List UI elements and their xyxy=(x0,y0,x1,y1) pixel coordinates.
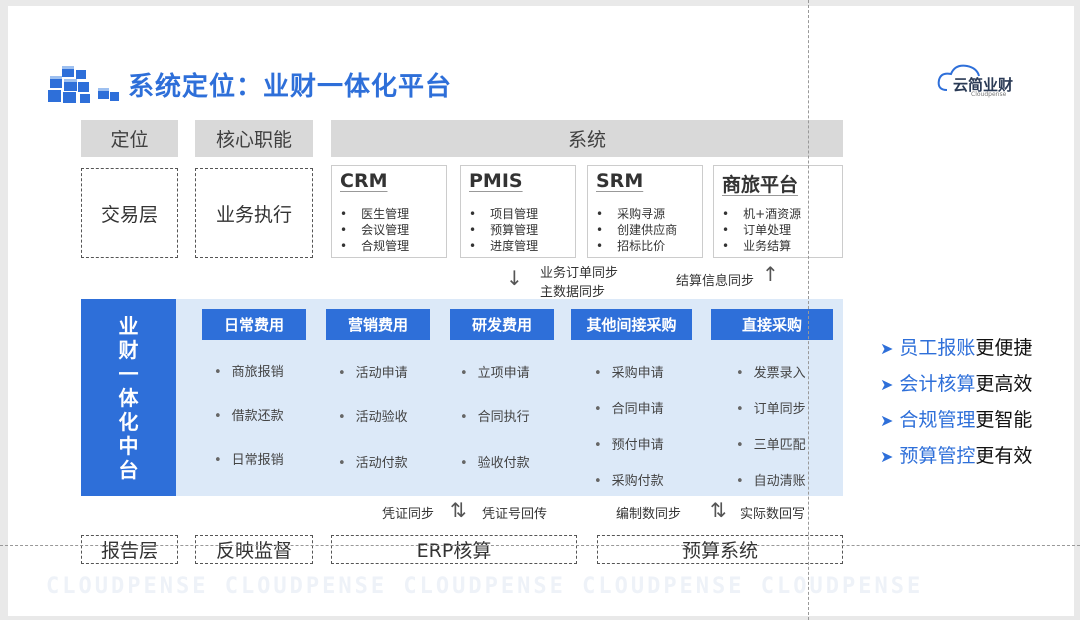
list-item: 采购寻源 xyxy=(596,206,677,222)
sync-settlement-label: 结算信息同步 xyxy=(676,274,755,289)
system-name: 商旅平台 xyxy=(722,174,799,196)
arrow-right-icon: ➤ xyxy=(880,447,894,466)
tab-direct-procurement[interactable]: 直接采购 xyxy=(711,309,833,340)
layer-transaction: 交易层 xyxy=(81,168,178,258)
sync-budget-label: 编制数同步 xyxy=(616,507,682,522)
benefit-highlight: 员工报账 xyxy=(899,337,976,359)
system-name: SRM xyxy=(596,170,644,192)
guide-line-horizontal xyxy=(0,545,1080,546)
benefit-rest: 更高效 xyxy=(975,373,1033,395)
platform-label-char: 业 xyxy=(118,313,139,338)
erp-accounting-box: ERP核算 xyxy=(331,535,577,564)
system-card-srm: SRM 采购寻源创建供应商招标比价 xyxy=(587,165,703,258)
list-item: 采购申请 xyxy=(594,362,664,381)
arrows-up-down-icon: ⇅ xyxy=(450,498,467,522)
system-card-crm: CRM 医生管理会议管理合规管理 xyxy=(331,165,447,258)
list-item: 自动清账 xyxy=(736,470,806,489)
layer-report: 报告层 xyxy=(81,535,178,564)
system-card-pmis: PMIS 项目管理预算管理进度管理 xyxy=(460,165,576,258)
header-position: 定位 xyxy=(81,120,178,157)
list-item: 验收付款 xyxy=(460,452,530,471)
benefit-rest: 更智能 xyxy=(975,409,1033,431)
list-item: 活动付款 xyxy=(338,452,408,471)
brand-subtitle: Cloudpense xyxy=(971,91,1007,98)
platform-label-char: 台 xyxy=(118,457,139,482)
layer-monitoring: 反映监督 xyxy=(195,535,313,564)
list-item: 预付申请 xyxy=(594,434,664,453)
platform-label-char: 化 xyxy=(118,409,139,434)
list-item: 活动验收 xyxy=(338,406,408,425)
list-item: 三单匹配 xyxy=(736,434,806,453)
list-item: 订单处理 xyxy=(722,222,801,238)
tab-marketing-expense[interactable]: 营销费用 xyxy=(326,309,430,340)
list-item: 采购付款 xyxy=(594,470,664,489)
list-item: 机+酒资源 xyxy=(722,206,801,222)
list-item: 创建供应商 xyxy=(596,222,677,238)
list-item: 合规管理 xyxy=(340,238,409,254)
tab-rd-expense[interactable]: 研发费用 xyxy=(450,309,554,340)
arrow-right-icon: ➤ xyxy=(880,339,894,358)
tab-indirect-procurement[interactable]: 其他间接采购 xyxy=(571,309,692,340)
list-item: 立项申请 xyxy=(460,362,530,381)
layer-business-execution: 业务执行 xyxy=(195,168,313,258)
list-item: 合同申请 xyxy=(594,398,664,417)
sync-voucher-label: 凭证同步 xyxy=(382,507,435,522)
list-item: 活动申请 xyxy=(338,362,408,381)
sync-actual-label: 实际数回写 xyxy=(740,507,806,522)
platform-label-char: 一 xyxy=(118,361,139,386)
page-title: 系统定位：业财一体化平台 xyxy=(128,72,453,102)
arrow-right-icon: ➤ xyxy=(880,411,894,430)
benefit-rest: 更有效 xyxy=(975,445,1033,467)
benefit-item: ➤ 员工报账更便捷 xyxy=(880,333,1032,360)
platform-label-char: 中 xyxy=(118,433,139,458)
tab-daily-expense[interactable]: 日常费用 xyxy=(202,309,306,340)
sync-voucher-return-label: 凭证号回传 xyxy=(482,507,548,522)
header-core-function: 核心职能 xyxy=(195,120,313,157)
header-system: 系统 xyxy=(331,120,843,157)
benefit-item: ➤ 预算管控更有效 xyxy=(880,441,1032,468)
list-item: 合同执行 xyxy=(460,406,530,425)
brand-logo: 云简业财 Cloudpense xyxy=(935,60,1035,100)
arrow-right-icon: ➤ xyxy=(880,375,894,394)
system-card-travel: 商旅平台 机+酒资源订单处理业务结算 xyxy=(713,165,843,258)
benefit-rest: 更便捷 xyxy=(975,337,1033,359)
benefit-highlight: 合规管理 xyxy=(899,409,976,431)
list-item: 项目管理 xyxy=(469,206,538,222)
arrow-up-icon: ↑ xyxy=(762,262,779,286)
list-item: 业务结算 xyxy=(722,238,801,254)
list-item: 订单同步 xyxy=(736,398,806,417)
platform-label: 业 财 一 体 化 中 台 xyxy=(81,299,176,496)
list-item: 预算管理 xyxy=(469,222,538,238)
benefit-item: ➤ 合规管理更智能 xyxy=(880,405,1032,432)
sync-master-data-label: 主数据同步 xyxy=(540,285,606,300)
platform-label-char: 财 xyxy=(118,337,139,362)
list-item: 会议管理 xyxy=(340,222,409,238)
arrows-up-down-icon: ⇅ xyxy=(710,498,727,522)
platform-label-char: 体 xyxy=(118,385,139,410)
list-item: 发票录入 xyxy=(736,362,806,381)
list-item: 日常报销 xyxy=(214,449,284,468)
list-item: 进度管理 xyxy=(469,238,538,254)
list-item: 借款还款 xyxy=(214,405,284,424)
guide-line-vertical xyxy=(808,0,809,620)
benefit-highlight: 会计核算 xyxy=(899,373,976,395)
benefit-highlight: 预算管控 xyxy=(899,445,976,467)
sync-order-label: 业务订单同步 xyxy=(540,266,619,281)
budget-system-box: 预算系统 xyxy=(597,535,843,564)
watermark: CLOUDPENSE CLOUDPENSE CLOUDPENSE CLOUDPE… xyxy=(46,574,924,599)
list-item: 商旅报销 xyxy=(214,361,284,380)
benefit-item: ➤ 会计核算更高效 xyxy=(880,369,1032,396)
list-item: 医生管理 xyxy=(340,206,409,222)
arrow-down-icon: ↓ xyxy=(506,266,523,290)
system-name: PMIS xyxy=(469,170,523,192)
cubes-logo-icon xyxy=(48,66,119,103)
system-name: CRM xyxy=(340,170,388,192)
list-item: 招标比价 xyxy=(596,238,677,254)
